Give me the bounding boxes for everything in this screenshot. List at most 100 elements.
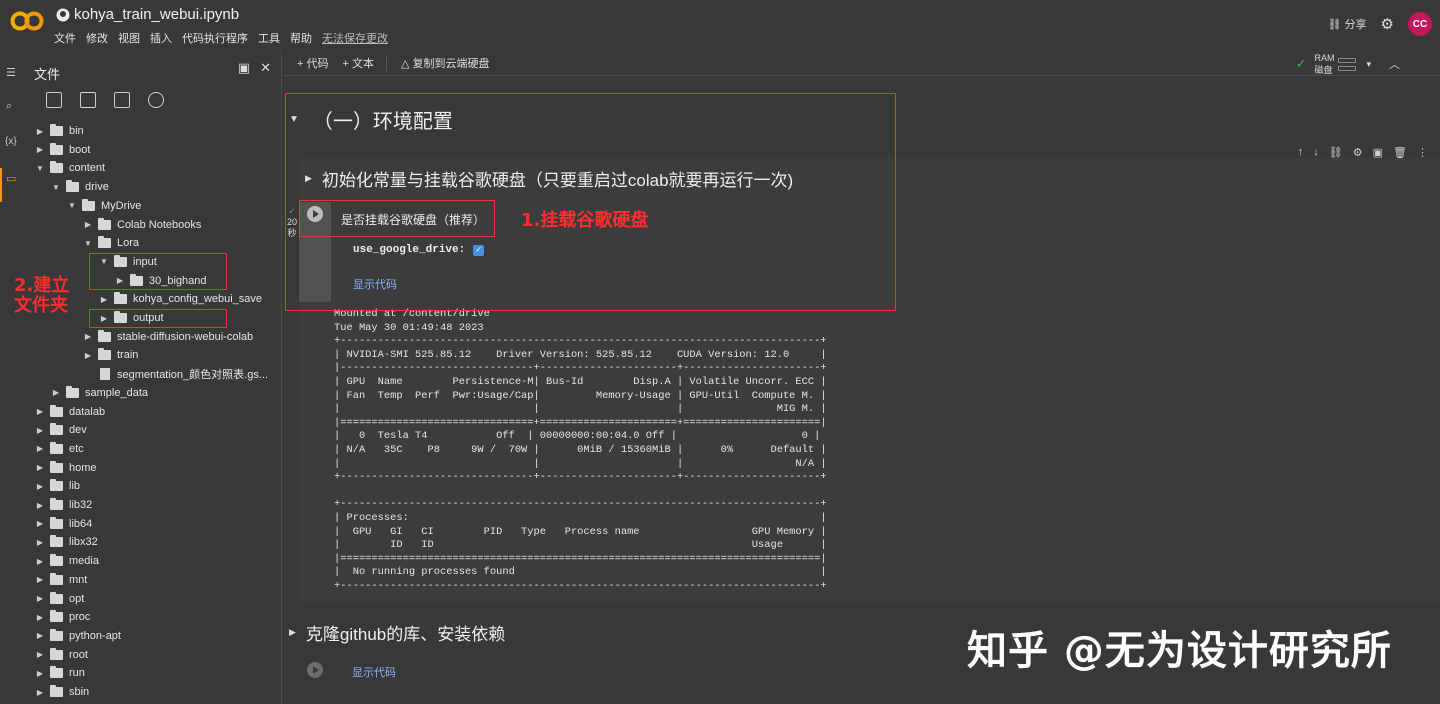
- tree-item[interactable]: segmentation_颜色对照表.gs...: [82, 365, 268, 383]
- tree-item[interactable]: ▶ dev: [34, 421, 87, 439]
- unsaved-notice[interactable]: 无法保存更改: [322, 30, 388, 46]
- chevron-down-icon[interactable]: ▼: [50, 183, 62, 192]
- tree-item[interactable]: ▶ train: [82, 346, 138, 364]
- hide-files-icon[interactable]: [148, 92, 164, 108]
- chevron-right-icon[interactable]: ▶: [34, 426, 46, 435]
- menu-tools[interactable]: 工具: [258, 30, 280, 46]
- tree-item[interactable]: ▶ run: [34, 664, 85, 682]
- close-icon[interactable]: ✕: [260, 60, 271, 76]
- tree-item[interactable]: ▶ stable-diffusion-webui-colab: [82, 328, 253, 346]
- chevron-right-icon[interactable]: ▶: [34, 594, 46, 603]
- folder-icon: [50, 535, 63, 548]
- tree-item[interactable]: ▶ lib: [34, 477, 80, 495]
- variables-icon[interactable]: {x}: [5, 136, 17, 147]
- show-code-link-2[interactable]: 显示代码: [352, 664, 396, 680]
- chevron-right-icon[interactable]: ▶: [34, 444, 46, 453]
- tree-item[interactable]: ▶ lib64: [34, 515, 92, 533]
- tree-item-label: run: [69, 667, 85, 680]
- add-code-button[interactable]: + 代码: [297, 55, 328, 71]
- tree-item[interactable]: ▼ Lora: [82, 234, 139, 252]
- menu-edit[interactable]: 修改: [86, 30, 108, 46]
- tree-item[interactable]: ▶ media: [34, 552, 99, 570]
- menu-view[interactable]: 视图: [118, 30, 140, 46]
- menu-help[interactable]: 帮助: [290, 30, 312, 46]
- tree-item[interactable]: ▶ libx32: [34, 533, 98, 551]
- avatar[interactable]: CC: [1408, 12, 1432, 36]
- notebook-title[interactable]: kohya_train_webui.ipynb: [56, 6, 239, 23]
- chevron-right-icon[interactable]: ▶: [34, 482, 46, 491]
- tree-item[interactable]: ▶ datalab: [34, 403, 105, 421]
- tree-item[interactable]: ▶ home: [34, 459, 97, 477]
- menu-file[interactable]: 文件: [54, 30, 76, 46]
- settings-icon[interactable]: ⚙: [1381, 15, 1394, 33]
- tree-item-label: MyDrive: [101, 199, 142, 212]
- collapse-icon[interactable]: ︿: [1389, 56, 1400, 72]
- tree-item[interactable]: ▶ Colab Notebooks: [82, 216, 201, 234]
- chevron-right-icon[interactable]: ▶: [34, 501, 46, 510]
- tree-item[interactable]: ▼ drive: [50, 178, 109, 196]
- chevron-right-icon[interactable]: ▶: [34, 650, 46, 659]
- tree-item[interactable]: ▶ opt: [34, 590, 84, 608]
- sidebar-header-actions: ▣ ✕: [238, 60, 271, 76]
- chevron-right-icon[interactable]: ▶: [34, 575, 46, 584]
- folder-icon[interactable]: ▭: [6, 172, 16, 185]
- chevron-right-icon[interactable]: ▶: [34, 127, 46, 136]
- drive-icon: △: [400, 57, 410, 70]
- tree-item[interactable]: ▶ etc: [34, 440, 84, 458]
- tree-item[interactable]: ▶ proc: [34, 608, 90, 626]
- folder-icon: [50, 142, 63, 155]
- chevron-right-icon[interactable]: ▶: [82, 351, 94, 360]
- tree-item[interactable]: ▶ sbin: [34, 683, 89, 701]
- tree-item[interactable]: ▶ boot: [34, 141, 90, 159]
- subsection-clone-github[interactable]: ▶ 克隆github的库、安装依赖: [289, 620, 505, 645]
- chevron-down-icon[interactable]: ▼: [34, 164, 46, 173]
- upload-icon[interactable]: [46, 92, 62, 108]
- chevron-right-icon[interactable]: ▶: [82, 220, 94, 229]
- share-button[interactable]: ⛓ 分享: [1328, 16, 1367, 32]
- expand-triangle-icon[interactable]: ▶: [289, 627, 296, 638]
- menu-insert[interactable]: 插入: [150, 30, 172, 46]
- chevron-right-icon[interactable]: ▶: [34, 613, 46, 622]
- tree-item[interactable]: ▶ bin: [34, 122, 84, 140]
- chevron-right-icon[interactable]: ▶: [34, 557, 46, 566]
- resource-dropdown-icon[interactable]: ▾: [1366, 59, 1371, 70]
- tree-item[interactable]: ▶ root: [34, 646, 88, 664]
- add-text-button[interactable]: + 文本: [342, 55, 373, 71]
- tree-item[interactable]: ▼ MyDrive: [66, 197, 141, 215]
- chevron-right-icon[interactable]: ▶: [34, 145, 46, 154]
- chevron-down-icon[interactable]: ▼: [82, 239, 94, 248]
- tree-item-label: stable-diffusion-webui-colab: [117, 330, 254, 343]
- chevron-right-icon[interactable]: ▶: [34, 407, 46, 416]
- tree-item[interactable]: ▶ kohya_config_webui_save: [98, 290, 262, 308]
- folder-icon: [98, 329, 111, 342]
- chevron-right-icon[interactable]: ▶: [82, 332, 94, 341]
- tree-item-label: drive: [85, 181, 109, 194]
- open-tab-icon[interactable]: ▣: [238, 60, 250, 76]
- chevron-right-icon[interactable]: ▶: [50, 388, 62, 397]
- menu-runtime[interactable]: 代码执行程序: [182, 30, 248, 46]
- tree-item[interactable]: ▶ python-apt: [34, 627, 121, 645]
- chevron-right-icon[interactable]: ▶: [34, 688, 46, 697]
- tree-item[interactable]: ▶ mnt: [34, 571, 87, 589]
- refresh-icon[interactable]: [80, 92, 96, 108]
- chevron-right-icon[interactable]: ▶: [34, 463, 46, 472]
- annotation-box-output: [89, 309, 227, 328]
- tree-item[interactable]: ▶ sample_data: [50, 384, 148, 402]
- resource-monitor[interactable]: ✓ RAM 磁盘 ▾ ︿: [1296, 52, 1400, 76]
- chevron-right-icon[interactable]: ▶: [34, 669, 46, 678]
- chevron-right-icon[interactable]: ▶: [34, 519, 46, 528]
- chevron-right-icon[interactable]: ▶: [34, 631, 46, 640]
- colab-logo[interactable]: [10, 8, 44, 34]
- tree-item-label: home: [69, 461, 97, 474]
- search-icon[interactable]: ⌕: [6, 100, 12, 113]
- chevron-right-icon[interactable]: ▶: [98, 295, 110, 304]
- chevron-down-icon[interactable]: ▼: [66, 201, 78, 210]
- run-cell-button-2[interactable]: [307, 662, 323, 678]
- mount-drive-icon[interactable]: [114, 92, 130, 108]
- copy-to-drive-button[interactable]: △ 复制到云端硬盘: [401, 55, 490, 71]
- folder-icon: [50, 161, 63, 174]
- chevron-right-icon[interactable]: ▶: [34, 538, 46, 547]
- tree-item[interactable]: ▼ content: [34, 159, 105, 177]
- tree-item[interactable]: ▶ lib32: [34, 496, 92, 514]
- toc-icon[interactable]: ☰: [6, 66, 16, 79]
